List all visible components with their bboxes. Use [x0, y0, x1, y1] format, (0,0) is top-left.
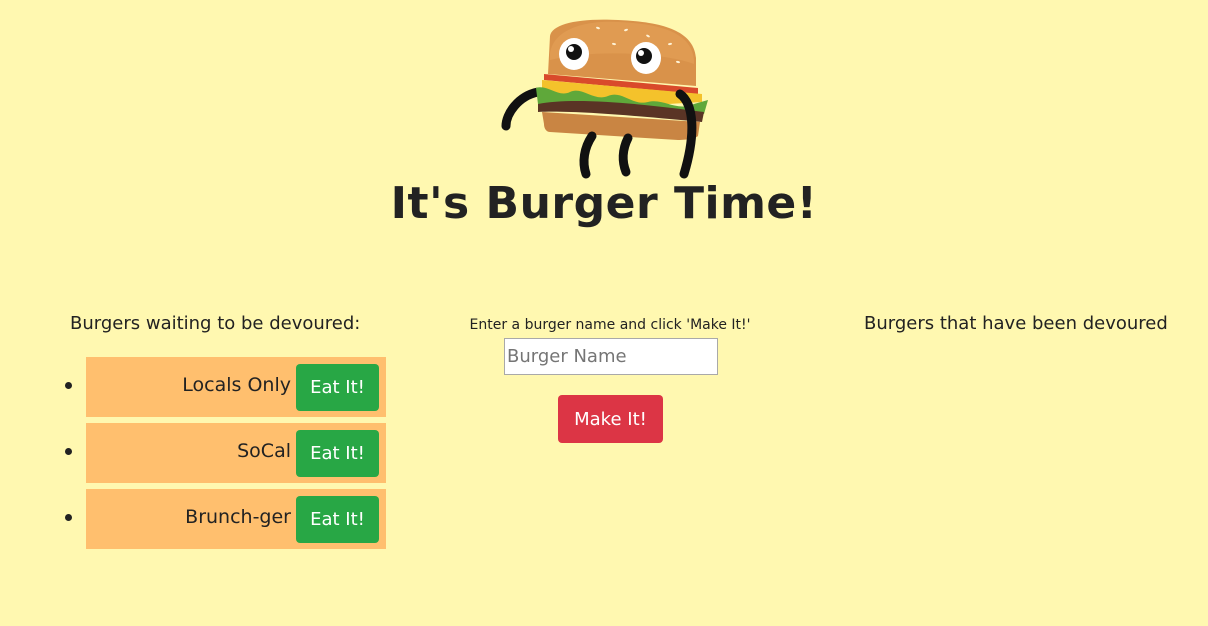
burger-name: Brunch-ger — [185, 506, 291, 528]
eat-it-button[interactable]: Eat It! — [296, 429, 379, 477]
burger-card: SoCal Eat It! — [86, 423, 386, 483]
burger-card: Locals Only Eat It! — [86, 357, 386, 417]
bullet-icon — [65, 382, 72, 389]
burger-name: Locals Only — [182, 374, 291, 396]
waiting-heading: Burgers waiting to be devoured: — [70, 313, 361, 334]
burger-name: SoCal — [237, 440, 291, 462]
burger-card: Brunch-ger Eat It! — [86, 489, 386, 549]
devoured-heading: Burgers that have been devoured — [864, 313, 1168, 334]
eat-it-button[interactable]: Eat It! — [296, 363, 379, 411]
eat-it-button[interactable]: Eat It! — [296, 495, 379, 543]
burger-name-input[interactable] — [504, 338, 718, 375]
form-prompt: Enter a burger name and click 'Make It!' — [469, 317, 751, 333]
burger-mascot-icon — [501, 19, 708, 179]
bullet-icon — [65, 514, 72, 521]
make-it-button[interactable]: Make It! — [558, 395, 663, 443]
page-title: It's Burger Time! — [390, 178, 818, 229]
bullet-icon — [65, 448, 72, 455]
